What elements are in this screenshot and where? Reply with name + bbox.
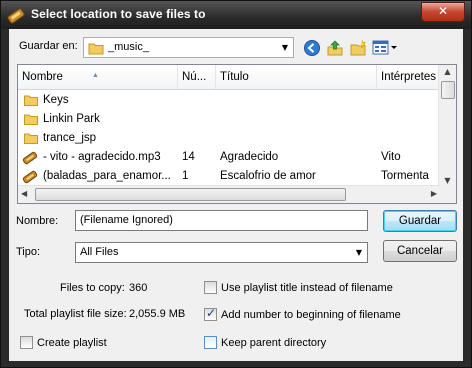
column-header-number[interactable]: Nú... bbox=[178, 65, 216, 89]
column-header-label: Nombre bbox=[22, 71, 63, 83]
file-name: Keys bbox=[43, 94, 69, 106]
new-folder-icon[interactable] bbox=[349, 39, 367, 57]
scroll-right-icon[interactable]: ▶ bbox=[431, 189, 437, 198]
filename-input[interactable]: (Filename Ignored) bbox=[75, 210, 368, 231]
file-type-value: All Files bbox=[80, 246, 119, 258]
use-playlist-title-checkbox[interactable] bbox=[204, 281, 217, 294]
file-name: (baladas_para_enamor... bbox=[43, 170, 171, 182]
type-label: Tipo: bbox=[16, 246, 41, 258]
column-header-name[interactable]: Nombre ▲ bbox=[18, 65, 178, 89]
list-item[interactable]: trance_jsp bbox=[18, 129, 440, 148]
total-size-value: 2,055.9 MB bbox=[129, 308, 186, 320]
add-number-checkbox[interactable]: ✓ bbox=[204, 306, 217, 321]
title-bar[interactable]: Select location to save files to ✕ bbox=[1, 1, 471, 29]
file-list[interactable]: Nombre ▲ Nú... Título Intérpretes Keys L… bbox=[17, 64, 457, 204]
chevron-down-icon: ▼ bbox=[281, 43, 289, 52]
folder-icon bbox=[88, 43, 104, 55]
save-in-value: _music_ bbox=[108, 41, 149, 53]
checkmark-icon: ✓ bbox=[206, 306, 217, 320]
list-item[interactable]: (baladas_para_enamor... 1 Escalofrio de … bbox=[18, 167, 440, 186]
back-icon[interactable] bbox=[303, 39, 321, 57]
track-artist: Vito bbox=[381, 151, 401, 163]
chevron-down-icon: ▼ bbox=[355, 248, 363, 257]
folder-icon bbox=[24, 114, 38, 125]
dialog-body: Guardar en: _music_ ▼ Nombre ▲ Nú... Tít… bbox=[9, 29, 463, 361]
sort-ascending-icon: ▲ bbox=[92, 72, 99, 79]
add-number-label[interactable]: Add number to beginning of filename bbox=[221, 309, 401, 321]
column-header-artist[interactable]: Intérpretes bbox=[377, 65, 440, 89]
create-playlist-checkbox[interactable] bbox=[20, 336, 33, 349]
file-name: trance_jsp bbox=[43, 132, 97, 144]
list-item[interactable]: Keys bbox=[18, 91, 440, 110]
track-title: Escalofrio de amor bbox=[220, 170, 316, 182]
up-folder-icon[interactable] bbox=[326, 39, 344, 57]
close-button[interactable]: ✕ bbox=[421, 2, 465, 22]
scroll-down-icon[interactable]: ▼ bbox=[439, 176, 456, 185]
audio-file-icon bbox=[22, 151, 38, 165]
create-playlist-label[interactable]: Create playlist bbox=[37, 337, 107, 349]
audio-file-icon bbox=[22, 170, 38, 184]
track-number: 1 bbox=[182, 170, 189, 182]
files-to-copy-label: Files to copy: bbox=[60, 282, 125, 294]
scrollbar-corner bbox=[439, 186, 456, 203]
name-label: Nombre: bbox=[16, 215, 59, 227]
save-in-label: Guardar en: bbox=[19, 40, 78, 52]
view-menu-icon[interactable] bbox=[372, 39, 398, 57]
folder-icon bbox=[24, 95, 38, 106]
file-type-select[interactable]: All Files ▼ bbox=[75, 242, 368, 263]
keep-parent-directory-label[interactable]: Keep parent directory bbox=[221, 337, 326, 349]
scroll-up-icon[interactable]: ▲ bbox=[439, 67, 456, 76]
horizontal-scrollbar[interactable]: ◀ ▶ bbox=[18, 185, 440, 203]
file-name: - vito - agradecido.mp3 bbox=[43, 151, 161, 163]
files-to-copy-value: 360 bbox=[129, 282, 148, 294]
folder-icon bbox=[24, 133, 38, 144]
list-header: Nombre ▲ Nú... Título Intérpretes bbox=[18, 65, 440, 90]
column-header-title[interactable]: Título bbox=[216, 65, 377, 89]
track-title: Agradecido bbox=[220, 151, 279, 163]
app-icon bbox=[7, 8, 25, 24]
use-playlist-title-label[interactable]: Use playlist title instead of filename bbox=[221, 282, 393, 294]
list-item[interactable]: Linkin Park bbox=[18, 110, 440, 129]
vertical-scrollbar[interactable]: ▲ ▼ bbox=[438, 65, 456, 187]
save-in-combo[interactable]: _music_ ▼ bbox=[83, 37, 294, 58]
save-button[interactable]: Guardar bbox=[383, 210, 457, 232]
vertical-scroll-thumb[interactable] bbox=[441, 81, 455, 99]
total-size-label: Total playlist file size: bbox=[24, 308, 127, 320]
save-dialog-window: Select location to save files to ✕ Guard… bbox=[0, 0, 472, 368]
horizontal-scroll-thumb[interactable] bbox=[35, 188, 346, 201]
track-number: 14 bbox=[182, 151, 195, 163]
list-item[interactable]: - vito - agradecido.mp3 14 Agradecido Vi… bbox=[18, 148, 440, 167]
window-title: Select location to save files to bbox=[31, 7, 206, 21]
keep-parent-directory-checkbox[interactable] bbox=[204, 336, 217, 349]
scroll-left-icon[interactable]: ◀ bbox=[21, 189, 27, 198]
file-name: Linkin Park bbox=[43, 113, 100, 125]
track-artist: Tormenta bbox=[381, 170, 429, 182]
cancel-button[interactable]: Cancelar bbox=[383, 240, 457, 262]
